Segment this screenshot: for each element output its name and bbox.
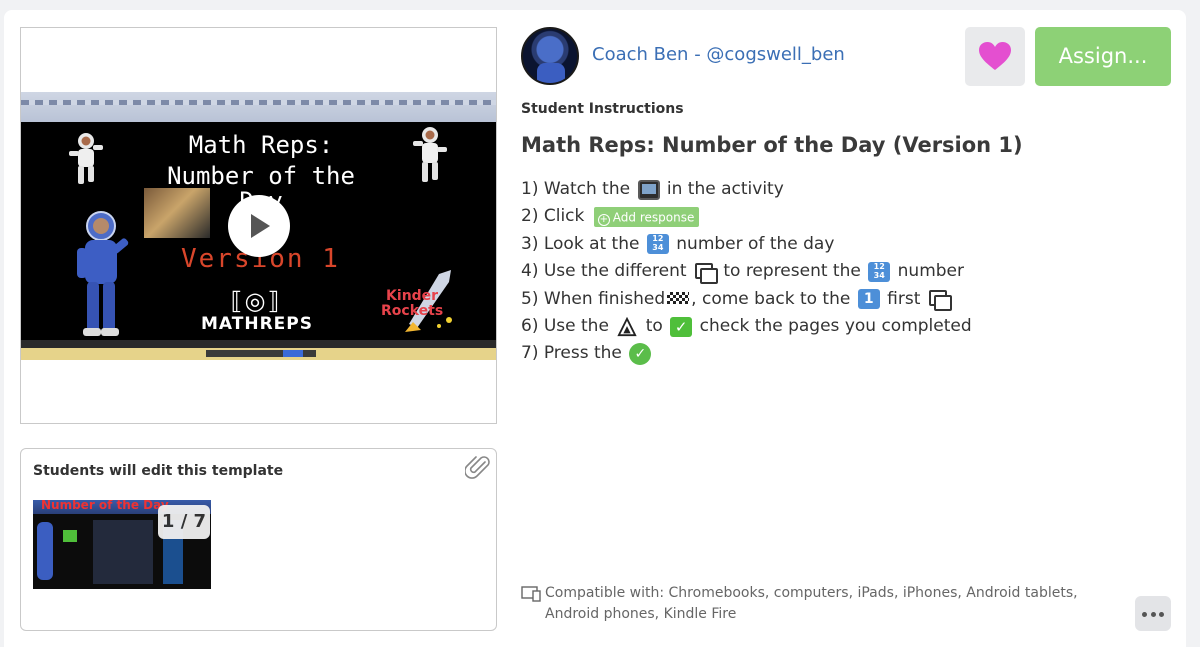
paperclip-icon[interactable]: [465, 455, 491, 481]
number-input-icon: 12 34: [646, 234, 669, 255]
template-heading: Students will edit this template: [33, 463, 284, 479]
number-input-icon: 12 34: [868, 261, 891, 282]
video-preview: Math Reps: Number of the Day: [20, 27, 497, 424]
like-button[interactable]: [965, 27, 1025, 86]
heart-icon: [979, 42, 1011, 70]
tv-icon: [637, 179, 660, 200]
play-button[interactable]: [228, 195, 290, 257]
activity-title: Math Reps: Number of the Day (Version 1): [521, 133, 1023, 157]
thumbnail-slots: [93, 520, 153, 584]
template-panel: Students will edit this template Number …: [20, 448, 497, 631]
triangle-icon: [617, 316, 637, 336]
step-4: 4) Use the different to represent the 12…: [521, 261, 964, 284]
check-mark-icon: ✓: [670, 316, 693, 337]
kinder-rockets-logo: Kinder Rockets: [381, 288, 444, 319]
play-icon: [251, 214, 270, 238]
blue-astronaut-image: [77, 211, 129, 336]
more-options-button[interactable]: [1135, 596, 1171, 631]
compatibility-note: Compatible with: Chromebooks, computers,…: [521, 583, 1131, 625]
instruction-steps: 1) Watch the in the activity 2) Click + A…: [521, 176, 972, 368]
step-6: 6) Use the to ✓ check the pages you comp…: [521, 315, 972, 337]
step-7: 7) Press the ✓: [521, 340, 972, 367]
keycap-one-icon: 1: [857, 289, 880, 310]
author-link[interactable]: Coach Ben - @cogswell_ben: [592, 44, 845, 65]
astronaut-image: [413, 127, 447, 182]
avatar[interactable]: [521, 27, 579, 85]
checkered-flag-icon: [667, 291, 690, 304]
video-taskbar: [21, 340, 496, 348]
section-label: Student Instructions: [521, 101, 684, 117]
pages-icon: [694, 262, 718, 284]
step-1: 1) Watch the in the activity: [521, 179, 784, 200]
astronaut-image: [69, 133, 103, 184]
video-frame[interactable]: Math Reps: Number of the Day: [21, 92, 496, 360]
pages-icon: [928, 289, 952, 312]
assign-button[interactable]: Assign...: [1035, 27, 1171, 86]
page-indicator: 1 / 7: [158, 505, 210, 539]
done-check-icon: ✓: [629, 343, 652, 366]
template-thumbnail[interactable]: Number of the Day 1 / 7: [33, 500, 211, 589]
plus-icon: +: [597, 214, 610, 227]
step-3: 3) Look at the 12 34 number of the day: [521, 233, 835, 255]
step-2: 2) Click + Add response: [521, 203, 972, 230]
video-status-bar: [21, 348, 496, 360]
photo-insert: [144, 188, 210, 238]
thumbnail-check: [63, 530, 77, 542]
devices-icon: [521, 586, 541, 602]
step-5: 5) When finished, come back to the 1 fir…: [521, 286, 972, 313]
thumbnail-figure: [37, 522, 53, 580]
video-browser-toolbar: [21, 92, 496, 122]
add-response-button[interactable]: + Add response: [593, 207, 700, 228]
mathreps-logo: ⟦◎⟧ MATHREPS: [201, 287, 313, 334]
more-dots-icon: [1142, 612, 1147, 617]
